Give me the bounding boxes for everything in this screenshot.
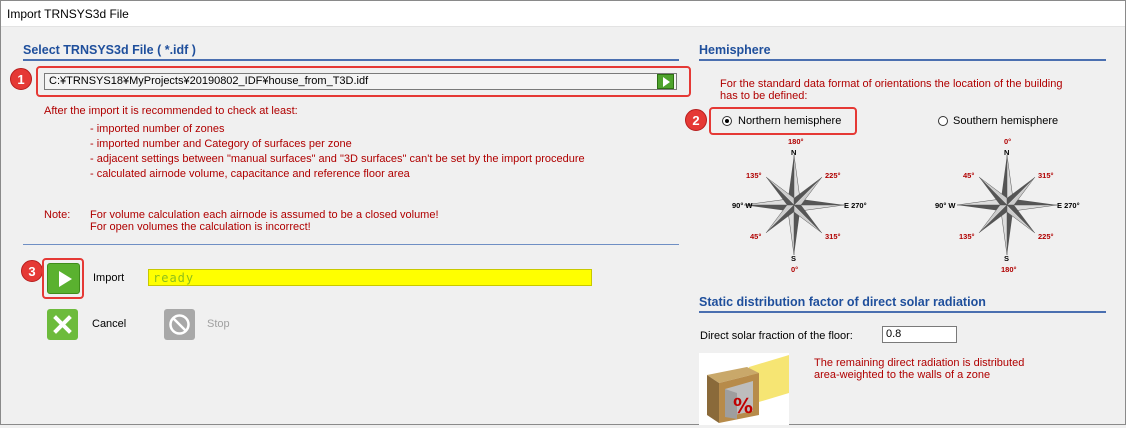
south-compass: 0° N 45° 315° 90° W E 270° 135° 225° S 1… xyxy=(935,137,1080,277)
check-item: - imported number and Category of surfac… xyxy=(90,138,352,150)
compass-bottom-degree: 0° xyxy=(791,265,799,274)
import-status: ready xyxy=(148,269,592,286)
browse-file-button[interactable] xyxy=(657,74,674,89)
callout-3: 3 xyxy=(21,260,43,282)
compass-west-label: 90° W xyxy=(935,201,956,210)
northern-hemisphere-label[interactable]: Northern hemisphere xyxy=(738,115,841,127)
solar-desc-2: area-weighted to the walls of a zone xyxy=(814,369,991,381)
solar-section-header: Static distribution factor of direct sol… xyxy=(699,295,986,309)
recommend-intro: After the import it is recommended to ch… xyxy=(44,105,298,117)
compass-east-label: E 270° xyxy=(844,201,867,210)
close-icon xyxy=(53,315,72,334)
file-section-header: Select TRNSYS3d File ( *.idf ) xyxy=(23,43,196,57)
callout-1: 1 xyxy=(10,68,32,90)
check-item: - imported number of zones xyxy=(90,123,225,135)
note-line-2: For open volumes the calculation is inco… xyxy=(90,221,311,233)
southern-hemisphere-label[interactable]: Southern hemisphere xyxy=(953,115,1058,127)
solar-distribution-image: % xyxy=(699,353,789,425)
compass-top-degree: 0° xyxy=(1004,137,1012,146)
southern-hemisphere-radio[interactable] xyxy=(938,116,948,126)
compass-south-label: S xyxy=(791,254,797,263)
hemisphere-desc-2: has to be defined: xyxy=(720,90,808,102)
compass-east-label: E 270° xyxy=(1057,201,1080,210)
actions-divider xyxy=(23,244,679,245)
callout-2: 2 xyxy=(685,109,707,131)
compass-ne-degree: 225° xyxy=(825,171,841,180)
import-dialog: Import TRNSYS3d File Select TRNSYS3d Fil… xyxy=(0,0,1126,425)
compass-se-degree: 315° xyxy=(825,232,841,241)
compass-north-label: N xyxy=(791,148,797,157)
compass-west-label: 90° W xyxy=(732,201,753,210)
compass-se-degree: 225° xyxy=(1038,232,1054,241)
solar-section-divider xyxy=(699,311,1106,313)
file-path-input[interactable]: C:¥TRNSYS18¥MyProjects¥20190802_IDF¥hous… xyxy=(44,73,677,90)
north-compass: 180° N 135° 225° 90° W E 270° 45° 315° S… xyxy=(732,137,867,277)
northern-hemisphere-radio[interactable] xyxy=(722,116,732,126)
compass-sw-degree: 135° xyxy=(959,232,975,241)
cancel-label: Cancel xyxy=(92,318,127,330)
stop-button[interactable] xyxy=(164,309,195,340)
hemisphere-header: Hemisphere xyxy=(699,43,771,57)
note-line-1: For volume calculation each airnode is a… xyxy=(90,209,439,221)
compass-bottom-degree: 180° xyxy=(1001,265,1017,274)
note-label: Note: xyxy=(44,209,71,221)
solar-desc-1: The remaining direct radiation is distri… xyxy=(814,357,1025,369)
check-item: - calculated airnode volume, capacitance… xyxy=(90,168,410,180)
window-title: Import TRNSYS3d File xyxy=(7,7,129,21)
title-bar: Import TRNSYS3d File xyxy=(1,1,1125,27)
stop-label: Stop xyxy=(207,318,230,330)
import-label: Import xyxy=(93,272,125,284)
cancel-button[interactable] xyxy=(47,309,78,340)
compass-nw-degree: 45° xyxy=(963,171,975,180)
percent-symbol: % xyxy=(733,394,753,418)
solar-box-icon: % xyxy=(707,355,789,423)
solar-fraction-input[interactable]: 0.8 xyxy=(882,326,957,343)
file-section-divider xyxy=(23,59,679,61)
compass-north-label: N xyxy=(1004,148,1010,157)
compass-sw-degree: 45° xyxy=(750,232,762,241)
import-button[interactable] xyxy=(47,263,80,294)
hemisphere-divider xyxy=(699,59,1106,61)
hemisphere-desc-1: For the standard data format of orientat… xyxy=(720,78,1063,90)
solar-fraction-label: Direct solar fraction of the floor: xyxy=(700,330,853,342)
stop-icon xyxy=(169,314,190,335)
compass-ne-degree: 315° xyxy=(1038,171,1054,180)
compass-south-label: S xyxy=(1004,254,1010,263)
check-item: - adjacent settings between "manual surf… xyxy=(90,153,585,165)
compass-nw-degree: 135° xyxy=(746,171,762,180)
compass-top-degree: 180° xyxy=(788,137,804,146)
